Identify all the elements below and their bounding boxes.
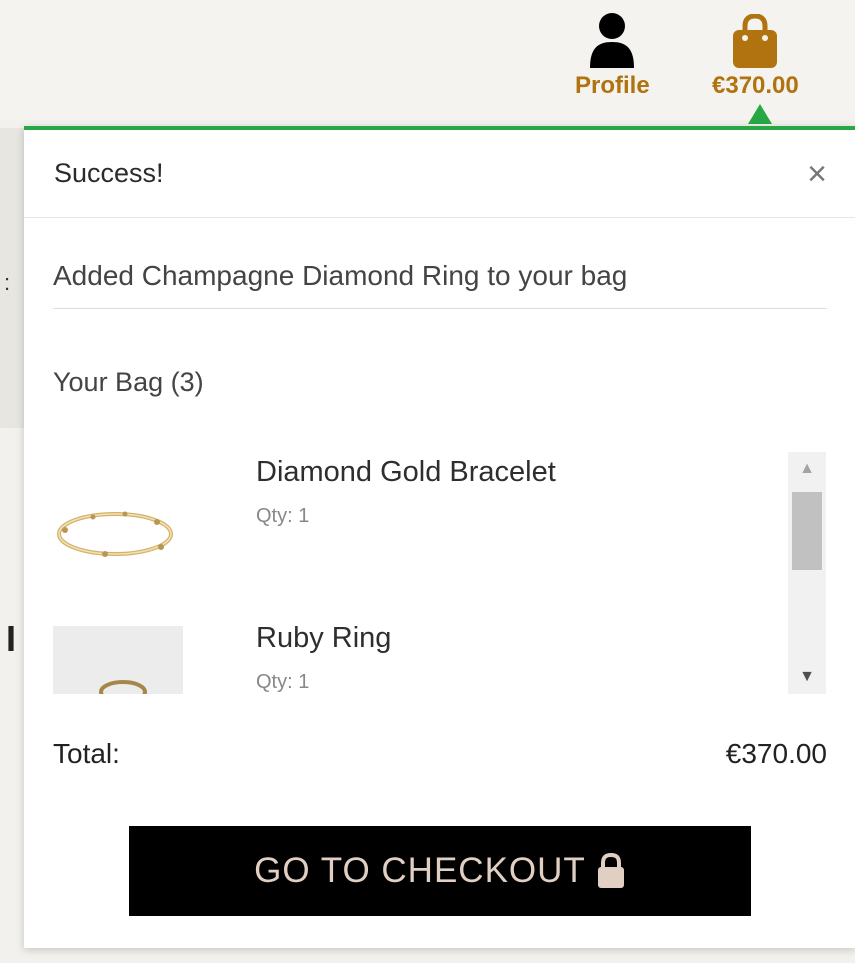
checkout-label: GO TO CHECKOUT xyxy=(254,851,586,890)
scrollbar-thumb[interactable] xyxy=(792,492,822,570)
toast-header: Success! × xyxy=(24,130,855,218)
toast-title: Success! xyxy=(54,158,164,188)
page: Profile €370.00 : I Success! × Added Cha… xyxy=(0,0,855,963)
bag-item-name: Diamond Gold Bracelet xyxy=(256,456,556,488)
total-label: Total: xyxy=(53,738,120,769)
scrollbar[interactable]: ▲ ▼ xyxy=(788,452,826,694)
toast-arrow xyxy=(748,104,772,124)
bag-item-info: Ruby Ring Qty: 1 xyxy=(256,622,391,694)
scroll-down-arrow-icon[interactable]: ▼ xyxy=(788,660,826,694)
shopping-bag-icon xyxy=(725,8,785,68)
toast-message: Added Champagne Diamond Ring to your bag xyxy=(53,218,827,309)
bag-item: Ruby Ring Qty: 1 xyxy=(53,618,773,694)
scroll-up-arrow-icon[interactable]: ▲ xyxy=(788,452,826,486)
checkout-button[interactable]: GO TO CHECKOUT xyxy=(129,826,751,916)
bag-total-label: €370.00 xyxy=(712,72,799,99)
bag-item: Diamond Gold Bracelet Qty: 1 xyxy=(53,452,773,618)
close-icon[interactable]: × xyxy=(807,157,827,191)
profile-label: Profile xyxy=(575,72,650,99)
bag-heading: Your Bag (3) xyxy=(53,367,204,397)
site-header: Profile €370.00 xyxy=(0,0,855,120)
background-text: : xyxy=(4,270,11,295)
profile-link[interactable]: Profile xyxy=(575,8,650,100)
bag-item-qty: Qty: 1 xyxy=(256,671,310,693)
success-toast: Success! × Added Champagne Diamond Ring … xyxy=(24,126,855,948)
lock-icon xyxy=(596,853,626,889)
bag-item-name: Ruby Ring xyxy=(256,622,392,654)
total-value: €370.00 xyxy=(725,738,827,769)
bag-item-info: Diamond Gold Bracelet Qty: 1 xyxy=(256,456,556,528)
shopping-bag-link[interactable]: €370.00 xyxy=(712,8,799,100)
bag-items-scroll-area[interactable]: Diamond Gold Bracelet Qty: 1 Ruby Ring Q… xyxy=(53,452,827,694)
bag-items-list: Diamond Gold Bracelet Qty: 1 Ruby Ring Q… xyxy=(53,452,773,694)
user-icon xyxy=(582,8,642,68)
bag-item-qty: Qty: 1 xyxy=(256,505,310,527)
total-row: Total: €370.00 xyxy=(53,738,827,770)
background-heading: I xyxy=(6,618,17,659)
toast-body: Added Champagne Diamond Ring to your bag… xyxy=(24,218,855,916)
